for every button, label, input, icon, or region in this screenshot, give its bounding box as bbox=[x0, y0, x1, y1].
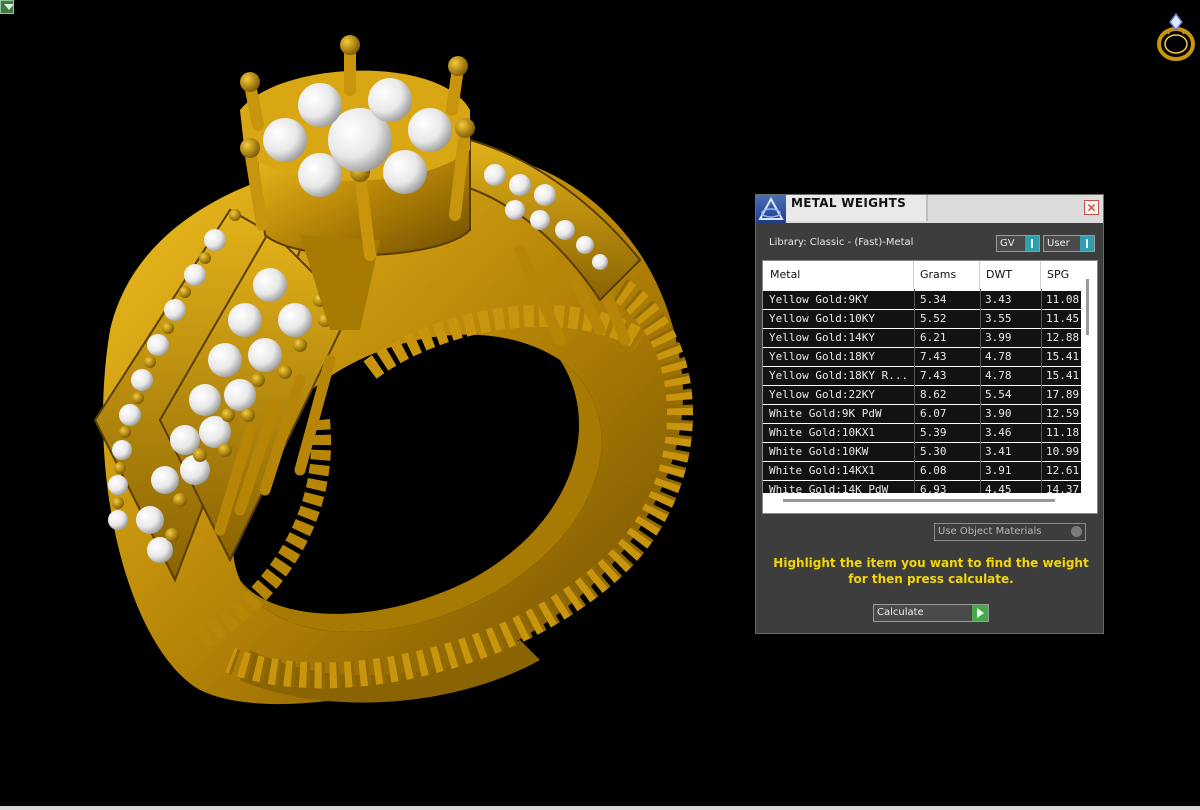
cell-dwt: 3.43 bbox=[985, 293, 1012, 306]
calculate-label: Calculate bbox=[877, 607, 924, 618]
cell-metal: Yellow Gold:18KY bbox=[769, 350, 875, 363]
cell-spg: 12.61 bbox=[1046, 464, 1079, 477]
table-row[interactable]: Yellow Gold:14KY 6.21 3.99 12.88 bbox=[763, 329, 1081, 347]
status-strip bbox=[0, 806, 1200, 810]
cell-dwt: 3.90 bbox=[985, 407, 1012, 420]
column-header-metal[interactable]: Metal bbox=[770, 268, 800, 281]
cell-dwt: 4.78 bbox=[985, 350, 1012, 363]
cell-grams: 8.62 bbox=[920, 388, 947, 401]
cell-grams: 5.34 bbox=[920, 293, 947, 306]
table-row[interactable]: White Gold:10KW 5.30 3.41 10.99 bbox=[763, 443, 1081, 461]
cell-grams: 6.07 bbox=[920, 407, 947, 420]
column-header-grams[interactable]: Grams bbox=[920, 268, 956, 281]
cell-spg: 11.18 bbox=[1046, 426, 1079, 439]
cell-dwt: 3.99 bbox=[985, 331, 1012, 344]
cell-grams: 6.08 bbox=[920, 464, 947, 477]
cell-grams: 5.52 bbox=[920, 312, 947, 325]
material-select[interactable]: Use Object Materials bbox=[934, 523, 1086, 541]
column-header-spg[interactable]: SPG bbox=[1047, 268, 1069, 281]
table-row[interactable]: White Gold:9K PdW 6.07 3.90 12.59 bbox=[763, 405, 1081, 423]
column-divider bbox=[980, 289, 981, 493]
hint-line-2: for then press calculate. bbox=[848, 572, 1014, 586]
cell-metal: Yellow Gold:22KY bbox=[769, 388, 875, 401]
cell-dwt: 5.54 bbox=[985, 388, 1012, 401]
hint-text: Highlight the item you want to find the … bbox=[766, 555, 1096, 587]
table-row[interactable]: Yellow Gold:18KY R... 7.43 4.78 15.41 bbox=[763, 367, 1081, 385]
cell-grams: 5.39 bbox=[920, 426, 947, 439]
table-row[interactable]: Yellow Gold:9KY 5.34 3.43 11.08 bbox=[763, 291, 1081, 309]
cell-spg: 17.89 bbox=[1046, 388, 1079, 401]
cell-spg: 10.99 bbox=[1046, 445, 1079, 458]
close-icon[interactable]: ✕ bbox=[1084, 200, 1099, 215]
cell-dwt: 4.45 bbox=[985, 483, 1012, 493]
cell-grams: 5.30 bbox=[920, 445, 947, 458]
horizontal-scrollbar[interactable] bbox=[783, 499, 1055, 502]
cell-metal: White Gold:14K PdW bbox=[769, 483, 889, 493]
cell-metal: White Gold:10KW bbox=[769, 445, 869, 458]
cell-dwt: 3.91 bbox=[985, 464, 1012, 477]
app-logo-icon bbox=[756, 195, 786, 223]
cell-grams: 6.21 bbox=[920, 331, 947, 344]
dropdown-knob-icon[interactable] bbox=[1071, 526, 1082, 537]
cell-metal: Yellow Gold:14KY bbox=[769, 331, 875, 344]
cell-dwt: 3.55 bbox=[985, 312, 1012, 325]
table-header: Metal Grams DWT SPG bbox=[763, 261, 1097, 289]
cell-metal: White Gold:14KX1 bbox=[769, 464, 875, 477]
cell-dwt: 3.46 bbox=[985, 426, 1012, 439]
unit-select-value: GV bbox=[1000, 238, 1015, 249]
metal-weights-panel: METAL WEIGHTS ✕ Library: Classic - (Fast… bbox=[755, 194, 1104, 634]
calculate-button[interactable]: Calculate bbox=[873, 604, 989, 622]
3d-viewport[interactable]: METAL WEIGHTS ✕ Library: Classic - (Fast… bbox=[0, 0, 1200, 806]
cell-spg: 15.41 bbox=[1046, 369, 1079, 382]
table-row[interactable]: Yellow Gold:22KY 8.62 5.54 17.89 bbox=[763, 386, 1081, 404]
cell-grams: 7.43 bbox=[920, 369, 947, 382]
table-row[interactable]: Yellow Gold:10KY 5.52 3.55 11.45 bbox=[763, 310, 1081, 328]
table-row[interactable]: White Gold:10KX1 5.39 3.46 11.18 bbox=[763, 424, 1081, 442]
hint-line-1: Highlight the item you want to find the … bbox=[773, 556, 1089, 570]
play-icon[interactable] bbox=[972, 605, 988, 621]
table-row[interactable]: White Gold:14K PdW 6.93 4.45 14.37 bbox=[763, 481, 1081, 493]
cell-spg: 14.37 bbox=[1046, 483, 1079, 493]
table-row[interactable]: White Gold:14KX1 6.08 3.91 12.61 bbox=[763, 462, 1081, 480]
cell-metal: Yellow Gold:9KY bbox=[769, 293, 869, 306]
table-rows: Yellow Gold:9KY 5.34 3.43 11.08 Yellow Gold:… bbox=[763, 289, 1081, 493]
column-header-dwt[interactable]: DWT bbox=[986, 268, 1012, 281]
panel-title: METAL WEIGHTS bbox=[791, 196, 907, 210]
library-label: Library: Classic - (Fast)-Metal bbox=[769, 237, 914, 248]
cell-metal: White Gold:9K PdW bbox=[769, 407, 882, 420]
cell-spg: 11.45 bbox=[1046, 312, 1079, 325]
column-divider bbox=[1041, 289, 1042, 493]
dropdown-arrow-icon[interactable] bbox=[1025, 236, 1039, 251]
vertical-scrollbar[interactable] bbox=[1086, 279, 1089, 335]
cell-spg: 15.41 bbox=[1046, 350, 1079, 363]
cell-dwt: 4.78 bbox=[985, 369, 1012, 382]
cell-grams: 6.93 bbox=[920, 483, 947, 493]
unit-select[interactable]: GV bbox=[996, 235, 1040, 252]
cell-grams: 7.43 bbox=[920, 350, 947, 363]
dropdown-arrow-icon[interactable] bbox=[1080, 236, 1094, 251]
cell-metal: Yellow Gold:10KY bbox=[769, 312, 875, 325]
cell-spg: 12.59 bbox=[1046, 407, 1079, 420]
collapse-tab-icon[interactable] bbox=[0, 0, 14, 14]
cell-dwt: 3.41 bbox=[985, 445, 1012, 458]
source-select-value: User bbox=[1047, 238, 1070, 249]
column-divider bbox=[914, 289, 915, 493]
panel-title-bar[interactable]: METAL WEIGHTS ✕ bbox=[756, 195, 1103, 223]
material-select-value: Use Object Materials bbox=[938, 526, 1042, 537]
cell-spg: 12.88 bbox=[1046, 331, 1079, 344]
source-select[interactable]: User bbox=[1043, 235, 1095, 252]
ring-icon[interactable] bbox=[1154, 10, 1198, 64]
table-row[interactable]: Yellow Gold:18KY 7.43 4.78 15.41 bbox=[763, 348, 1081, 366]
metal-table: Metal Grams DWT SPG Yellow Gold:9KY 5.34 3… bbox=[762, 260, 1098, 514]
cell-metal: Yellow Gold:18KY R... bbox=[769, 369, 909, 382]
cell-spg: 11.08 bbox=[1046, 293, 1079, 306]
cell-metal: White Gold:10KX1 bbox=[769, 426, 875, 439]
